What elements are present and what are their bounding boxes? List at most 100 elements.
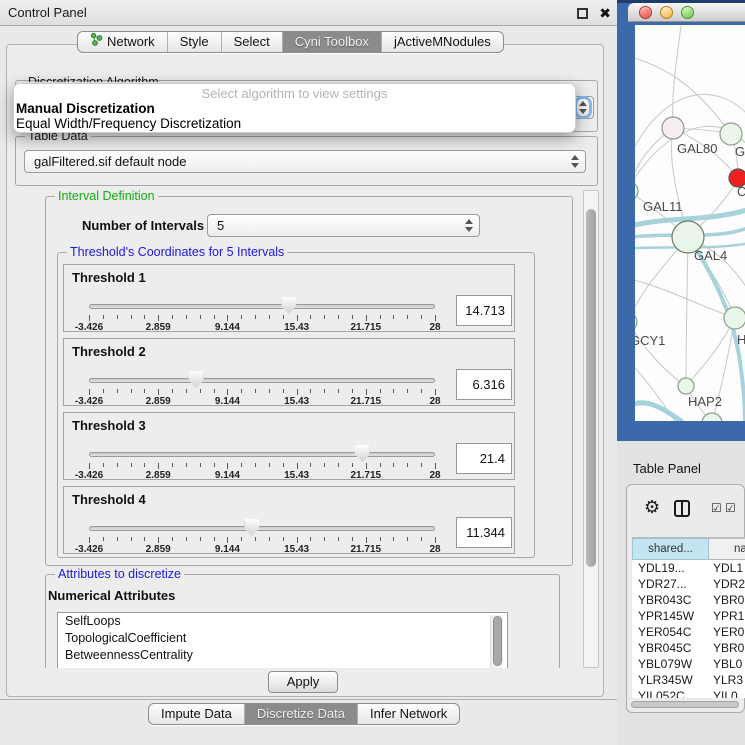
close-icon[interactable]: ✖ [599,4,611,22]
cell-shared-name: YBR043C [638,592,708,608]
apply-button[interactable]: Apply [268,671,338,693]
network-canvas[interactable]: GAL80GACGAL11GAL4GCY1HHAP2 [635,25,745,421]
threshold-4-slider[interactable]: -3.4262.8599.14415.4321.71528 [89,487,435,555]
threshold-2-panel: Threshold 2 -3.4262.8599.14415.4321.7152… [63,338,515,406]
table-panel-region: Table Panel ⚙ ☑ ☑ shared... na YDL19...Y… [617,441,745,745]
tick-label: 9.144 [215,544,240,555]
tab-jactivemnodules[interactable]: jActiveMNodules [382,32,503,52]
threshold-3-value-field[interactable]: 21.4 [456,443,512,474]
slider-ticks [89,315,435,322]
checkbox-icon[interactable]: ☑ [725,502,736,514]
table-row[interactable]: YPR145WYPR1 [632,608,745,624]
close-traffic-light-icon[interactable] [639,6,652,19]
table-row[interactable]: YDR27...YDR2 [632,576,745,592]
combo-stepper-icon[interactable] [463,217,475,234]
table-row[interactable]: YIL052CYIL0 [632,688,745,698]
node-label: GAL80 [677,141,717,156]
node-top-right[interactable] [720,123,742,145]
threshold-2-value-field[interactable]: 6.316 [456,369,512,400]
tick-label: 9.144 [215,470,240,481]
node-label: GCY1 [635,333,665,348]
settings-scroll-area: Interval Definition Number of Intervals … [12,188,581,668]
attribute-list-item[interactable]: TopologicalCoefficient [58,630,507,647]
scrollbar-thumb[interactable] [586,209,596,567]
table-row[interactable]: YBL079WYBL0 [632,656,745,672]
settings-gear-icon[interactable]: ⚙ [644,498,660,516]
slider-thumb[interactable] [355,445,370,462]
cell-shared-name: YER054C [638,624,708,640]
node-hap2[interactable] [678,378,694,394]
tick-label: 15.43 [284,322,309,333]
column-header-shared[interactable]: shared... [632,538,709,560]
cell-name: YPR1 [713,608,745,624]
slider-track[interactable] [89,304,435,309]
slider-track[interactable] [89,452,435,457]
panel-vertical-scrollbar[interactable] [583,190,599,668]
table-row[interactable]: YBR043C YBR0 [632,592,745,608]
threshold-1-slider[interactable]: -3.4262.8599.14415.4321.71528 [89,265,435,333]
threshold-2-slider[interactable]: -3.4262.8599.14415.4321.71528 [89,339,435,407]
float-window-icon[interactable] [577,8,588,19]
minimize-traffic-light-icon[interactable] [660,6,673,19]
tab-select[interactable]: Select [222,32,283,52]
node-label: C [737,184,745,199]
tab-network[interactable]: Network [78,32,168,52]
attribute-list-item[interactable]: SelfLoops [58,613,507,630]
attribute-items: SelfLoopsTopologicalCoefficientBetweenne… [58,613,507,664]
threshold-1-value-field[interactable]: 14.713 [456,295,512,326]
tab-cyni-toolbox[interactable]: Cyni Toolbox [283,32,382,52]
tick-label: -3.426 [75,396,103,407]
slider-thumb[interactable] [281,297,296,314]
threshold-3-slider[interactable]: -3.4262.8599.14415.4321.71528 [89,413,435,481]
scrollbar-thumb[interactable] [493,616,502,666]
node-label: GAL11 [643,199,683,214]
node-attribute-table[interactable]: shared... na YDL19...YDL1YDR27...YDR2YBR… [632,537,745,698]
table-row[interactable]: YLR345WYLR3 [632,672,745,688]
combo-stepper-icon[interactable] [577,99,589,116]
threshold-4-value-field[interactable]: 11.344 [456,517,512,548]
slider-thumb[interactable] [244,519,259,536]
table-horizontal-scrollbar[interactable] [630,700,743,708]
table-row[interactable]: YDL19...YDL1 [632,560,745,576]
tick-label: 15.43 [284,470,309,481]
numerical-attributes-list[interactable]: SelfLoopsTopologicalCoefficientBetweenne… [57,612,508,668]
network-icon [90,32,103,52]
algorithm-option-manual[interactable]: Manual Discretization [16,101,155,116]
number-of-intervals-combobox[interactable]: 5 [207,214,480,237]
cell-shared-name: YIL052C [638,688,708,698]
column-layout-icon[interactable] [674,500,690,517]
tab-impute-data[interactable]: Impute Data [149,704,245,724]
table-row[interactable]: YBR045CYBR0 [632,640,745,656]
attributes-scrollbar[interactable] [490,615,503,668]
tab-discretize-data[interactable]: Discretize Data [245,704,358,724]
table-row[interactable]: YER054CYER0 [632,624,745,640]
slider-thumb[interactable] [189,371,204,388]
attribute-list-item[interactable]: BetweennessCentrality [58,647,507,664]
node-label: GA [735,144,745,159]
combo-stepper-icon[interactable] [569,153,581,170]
scrollbar-thumb[interactable] [631,701,739,708]
zoom-traffic-light-icon[interactable] [681,6,694,19]
node-gcy1[interactable] [635,313,637,331]
column-header-name[interactable]: na [709,538,745,560]
node-gal80[interactable] [662,117,684,139]
tick-label: 9.144 [215,322,240,333]
tab-style[interactable]: Style [168,32,222,52]
node-right-mid[interactable] [724,307,745,329]
network-nodes [635,117,745,421]
algorithm-placeholder: Select algorithm to view settings [14,86,575,101]
cell-name: YBR0 [713,592,745,608]
slider-tick-labels: -3.4262.8599.14415.4321.71528 [89,396,435,406]
tab-infer-network[interactable]: Infer Network [358,704,459,724]
slider-track[interactable] [89,526,435,531]
numerical-attributes-heading: Numerical Attributes [48,588,175,603]
algorithm-option-equal-width[interactable]: Equal Width/Frequency Discretization [16,116,241,131]
tab-network-label: Network [107,32,155,52]
tick-label: 9.144 [215,396,240,407]
tick-label: 21.715 [351,470,382,481]
slider-track[interactable] [89,378,435,383]
cell-shared-name: YDR27... [638,576,708,592]
checkbox-icon[interactable]: ☑ [711,502,722,514]
interval-definition-title: Interval Definition [55,189,158,203]
table-data-combobox[interactable]: galFiltered.sif default node [24,150,586,173]
